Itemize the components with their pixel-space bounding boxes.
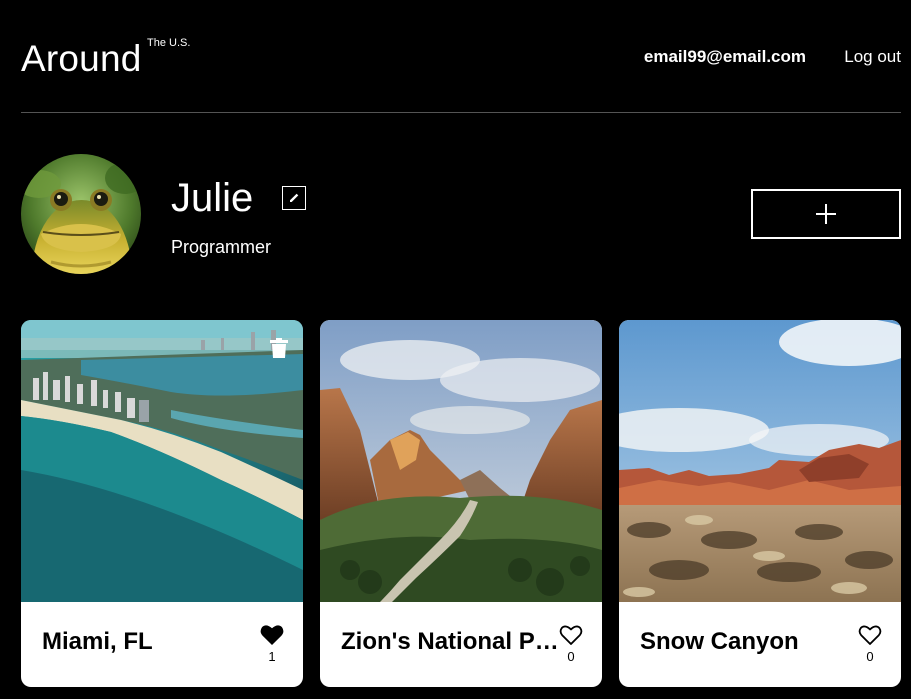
- like-count: 0: [866, 649, 874, 664]
- profile-name: Julie: [171, 176, 254, 220]
- avatar[interactable]: [21, 154, 141, 274]
- aerial-coastline-image: [21, 320, 303, 602]
- profile-job: Programmer: [171, 237, 272, 257]
- desert-red-rocks-image: [619, 320, 901, 602]
- like-button[interactable]: [858, 624, 882, 646]
- logo: Around: [21, 38, 142, 79]
- trash-icon: [270, 338, 288, 358]
- card-title: Zion's National Park: [341, 628, 561, 655]
- place-card: Miami, FL 1: [21, 320, 303, 687]
- card-title: Miami, FL: [42, 628, 153, 655]
- heart-filled-icon: [260, 625, 284, 645]
- pencil-icon: [290, 193, 299, 202]
- delete-card-button[interactable]: [270, 338, 288, 358]
- logout-link[interactable]: Log out: [844, 47, 901, 67]
- plus-icon: [816, 204, 836, 224]
- edit-profile-button[interactable]: [282, 186, 306, 210]
- place-card: Zion's National Park 0: [320, 320, 602, 687]
- logo-superscript: The U.S.: [147, 37, 191, 49]
- card-title: Snow Canyon: [640, 628, 799, 655]
- like-button[interactable]: [559, 624, 583, 646]
- add-card-button[interactable]: [751, 189, 901, 239]
- card-image[interactable]: [21, 320, 303, 602]
- canyon-river-image: [320, 320, 602, 602]
- place-card: Snow Canyon 0: [619, 320, 901, 687]
- heart-outline-icon: [858, 625, 882, 645]
- like-button[interactable]: [260, 624, 284, 646]
- card-image[interactable]: [320, 320, 602, 602]
- like-count: 1: [268, 649, 276, 664]
- user-email: email99@email.com: [643, 47, 806, 66]
- frog-avatar-image: [21, 154, 141, 274]
- like-count: 0: [567, 649, 575, 664]
- heart-outline-icon: [559, 625, 583, 645]
- card-image[interactable]: [619, 320, 901, 602]
- header: Around The U.S. email99@email.com Log ou…: [21, 0, 901, 113]
- page: Around The U.S. email99@email.com Log ou…: [0, 0, 911, 699]
